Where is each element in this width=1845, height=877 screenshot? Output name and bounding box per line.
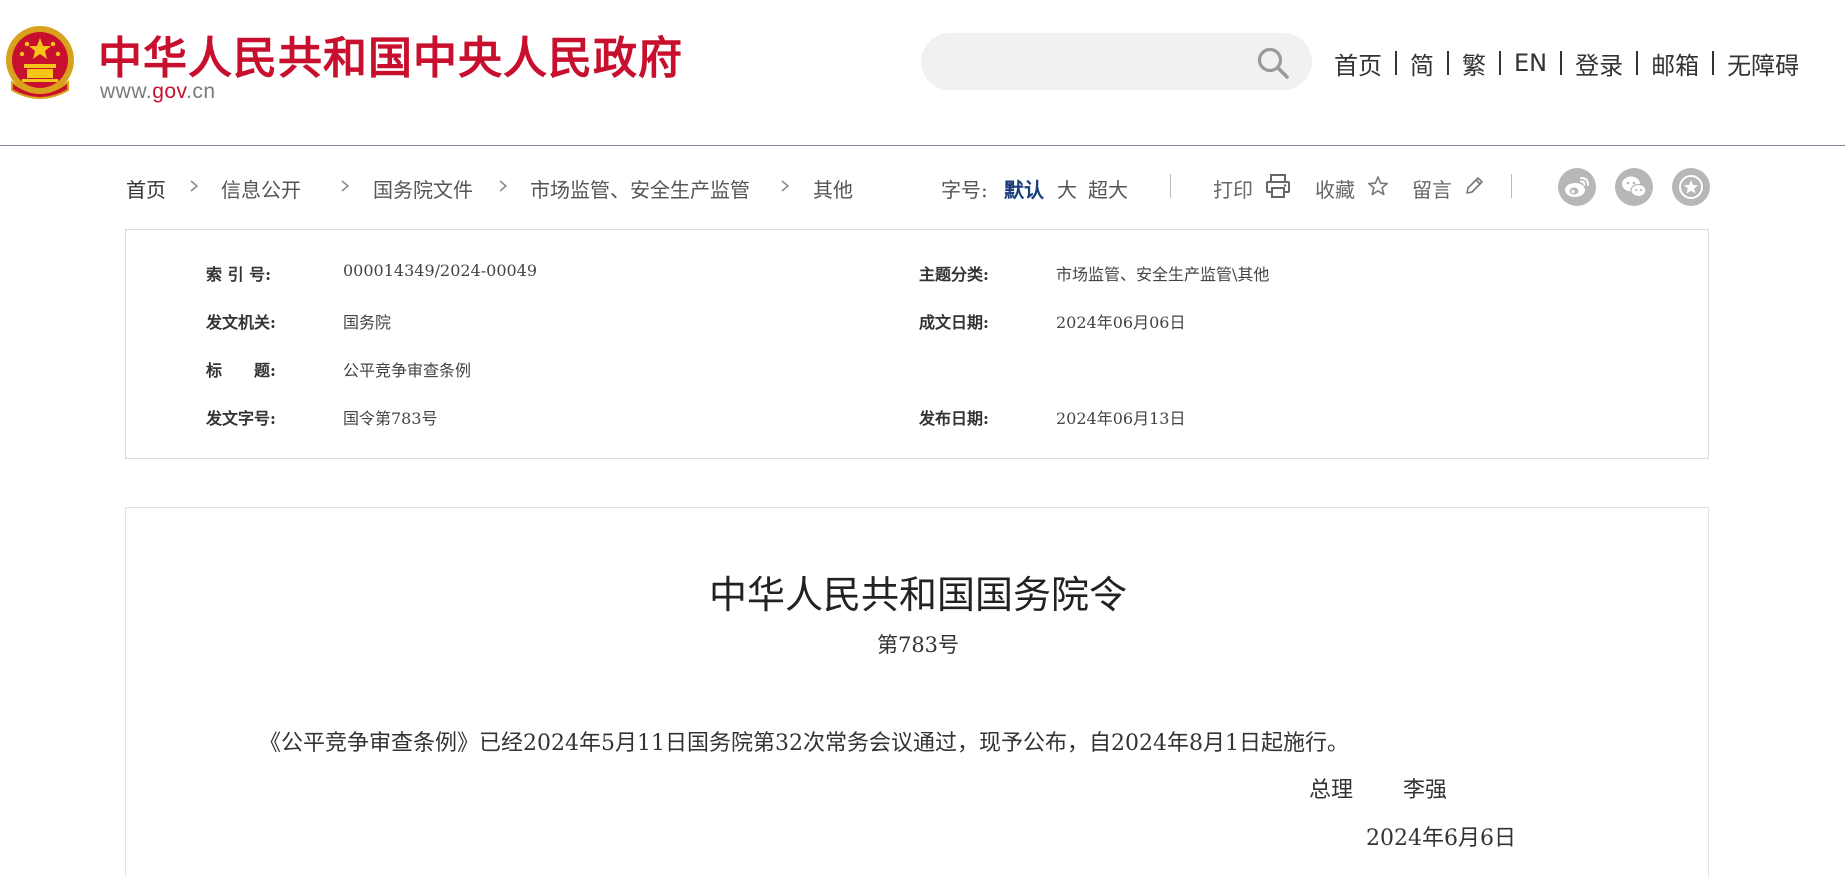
- breadcrumb-item-other[interactable]: 其他: [813, 174, 853, 202]
- breadcrumb-item-info[interactable]: 信息公开: [221, 174, 301, 202]
- weibo-icon[interactable]: [1558, 168, 1596, 206]
- signature-date: 2024年6月6日: [1366, 826, 1516, 851]
- nav-traditional[interactable]: 繁: [1462, 46, 1486, 81]
- print-label[interactable]: 打印: [1213, 174, 1253, 203]
- nav-login[interactable]: 登录: [1575, 46, 1623, 81]
- site-title[interactable]: 中华人民共和国中央人民政府: [98, 22, 683, 86]
- font-size-default[interactable]: 默认: [1004, 174, 1044, 203]
- breadcrumb-item-market-regulation[interactable]: 市场监管、安全生产监管: [530, 174, 750, 202]
- breadcrumb-item-home[interactable]: 首页: [126, 174, 166, 202]
- site-url: www.gov.cn: [100, 80, 216, 104]
- breadcrumb-item-state-council-docs[interactable]: 国务院文件: [373, 174, 473, 202]
- toolbar-divider: [1511, 174, 1512, 198]
- search-icon[interactable]: [1256, 46, 1290, 80]
- signature-role: 总理: [1309, 778, 1354, 803]
- nav-home[interactable]: 首页: [1334, 46, 1382, 81]
- site-url-prefix: www.: [100, 80, 153, 103]
- font-size-label: 字号:: [941, 178, 988, 202]
- nav-divider: [1447, 51, 1449, 75]
- star-icon[interactable]: [1367, 175, 1389, 197]
- search-box: [921, 33, 1312, 90]
- nav-mail[interactable]: 邮箱: [1651, 46, 1699, 81]
- site-url-domain: gov: [152, 80, 186, 103]
- category-value: 市场监管、安全生产监管\其他: [1056, 265, 1270, 284]
- favorite-label[interactable]: 收藏: [1315, 174, 1355, 203]
- nav-english[interactable]: EN: [1514, 49, 1547, 77]
- issuer-value: 国务院: [343, 313, 392, 332]
- doc-no-value: 国令第783号: [343, 409, 438, 428]
- wechat-icon[interactable]: [1615, 168, 1653, 206]
- nav-divider: [1712, 51, 1715, 75]
- document-content: 中华人民共和国国务院令 第783号 《公平竞争审查条例》已经2024年5月11日…: [125, 507, 1709, 877]
- search-input[interactable]: [945, 43, 1245, 79]
- title-label: 标 题:: [206, 361, 276, 380]
- title-value: 公平竞争审查条例: [343, 361, 472, 380]
- document-number: 第783号: [876, 633, 960, 657]
- comment-label[interactable]: 留言: [1412, 174, 1452, 203]
- national-emblem-icon[interactable]: [2, 24, 78, 104]
- nav-divider: [1636, 51, 1639, 75]
- written-date-value: 2024年06月06日: [1056, 313, 1186, 332]
- doc-no-label: 发文字号:: [206, 409, 276, 428]
- chevron-right-icon: [499, 180, 508, 192]
- category-label: 主题分类:: [919, 265, 989, 284]
- signature-name: 李强: [1403, 778, 1448, 803]
- nav-simplified[interactable]: 简: [1410, 46, 1434, 81]
- nav-divider: [1395, 51, 1397, 75]
- font-size-xlarge[interactable]: 超大: [1088, 174, 1128, 203]
- toolbar-divider: [1170, 174, 1171, 198]
- pencil-icon[interactable]: [1463, 175, 1485, 197]
- publish-date-value: 2024年06月13日: [1056, 409, 1186, 428]
- index-no-value: 000014349/2024-00049: [343, 261, 538, 280]
- chevron-right-icon: [190, 180, 199, 192]
- chevron-right-icon: [781, 180, 790, 192]
- site-url-suffix: .cn: [186, 80, 216, 103]
- printer-icon[interactable]: [1264, 172, 1292, 200]
- document-body: 《公平竞争审查条例》已经2024年5月11日国务院第32次常务会议通过，现予公布…: [259, 731, 1349, 756]
- publish-date-label: 发布日期:: [919, 409, 989, 428]
- nav-divider: [1499, 51, 1501, 75]
- written-date-label: 成文日期:: [919, 313, 989, 332]
- document-title: 中华人民共和国国务院令: [708, 573, 1127, 617]
- chevron-right-icon: [341, 180, 350, 192]
- top-nav: 首页 简 繁 EN 登录 邮箱 无障碍: [1334, 46, 1799, 80]
- document-metadata: 索 引 号: 000014349/2024-00049 主题分类: 市场监管、安…: [125, 229, 1709, 459]
- issuer-label: 发文机关:: [206, 313, 276, 332]
- star-share-icon[interactable]: [1672, 168, 1710, 206]
- site-header: 中华人民共和国中央人民政府 www.gov.cn 首页 简 繁 EN 登录 邮箱…: [0, 0, 1845, 146]
- nav-divider: [1560, 51, 1563, 75]
- font-size-large[interactable]: 大: [1057, 174, 1077, 203]
- index-no-label: 索 引 号:: [206, 265, 272, 284]
- nav-accessibility[interactable]: 无障碍: [1727, 46, 1799, 81]
